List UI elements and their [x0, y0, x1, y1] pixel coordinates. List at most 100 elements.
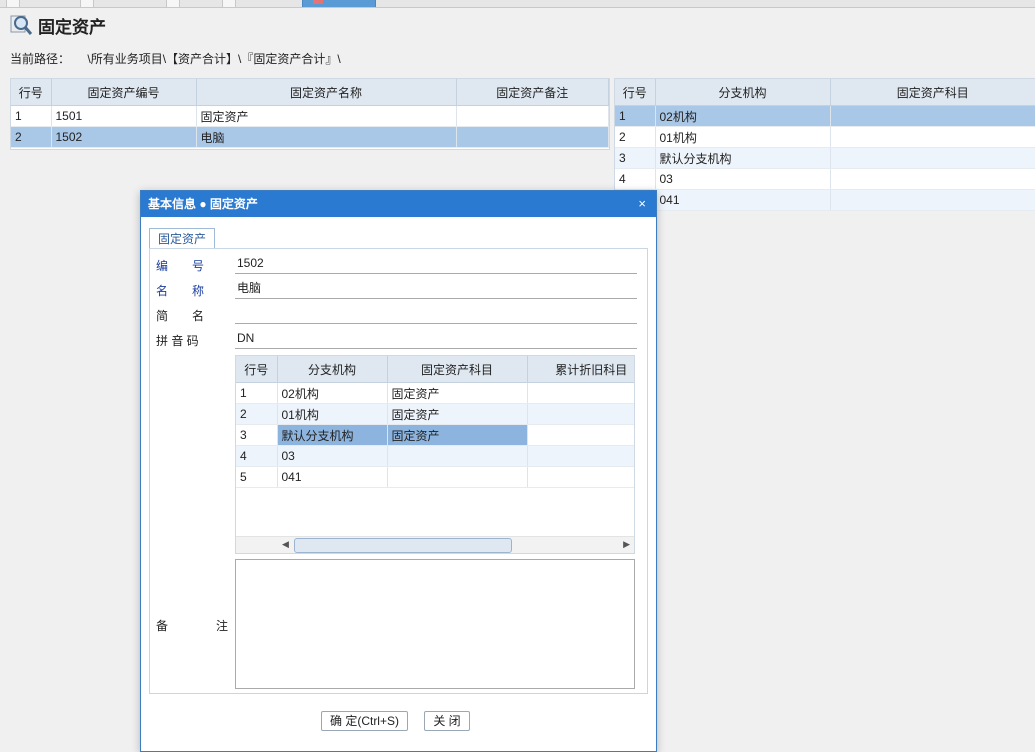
tab-hidden-1[interactable]: [6, 0, 20, 7]
table-row[interactable]: 1 1501 固定资产: [11, 105, 609, 127]
cell-branch[interactable]: 01机构: [655, 126, 831, 148]
col-header[interactable]: 行号: [236, 356, 278, 383]
cell-no[interactable]: 3: [615, 147, 656, 169]
table-row-selected[interactable]: 2 1502 电脑: [11, 126, 609, 148]
cell-subject[interactable]: 固定资产: [387, 424, 528, 446]
col-header[interactable]: 行号: [11, 79, 52, 106]
pinyin-field[interactable]: DN: [235, 328, 637, 349]
col-header[interactable]: 分支机构: [277, 356, 388, 383]
notes-label: 备 注: [156, 619, 229, 633]
cell-code[interactable]: 1501: [51, 105, 197, 127]
col-header[interactable]: 分支机构: [655, 79, 831, 106]
cell-branch[interactable]: 041: [277, 466, 388, 488]
table-row[interactable]: 5 041: [615, 189, 1035, 211]
cell-branch[interactable]: 03: [655, 168, 831, 190]
cell-dep[interactable]: [527, 466, 634, 488]
cell-branch[interactable]: 01机构: [277, 403, 388, 425]
cell-subject[interactable]: [387, 466, 528, 488]
breadcrumb-label: 当前路径：: [10, 52, 71, 66]
code-label: 编 号: [156, 259, 205, 273]
cell-no[interactable]: 4: [236, 445, 278, 467]
col-header[interactable]: 固定资产名称: [196, 79, 457, 106]
cell-no[interactable]: 2: [236, 403, 278, 425]
name-label: 名 称: [156, 284, 205, 298]
dialog-titlebar[interactable]: 基本信息 ● 固定资产 ×: [141, 191, 656, 217]
scroll-right-icon[interactable]: ▶: [623, 539, 630, 550]
cell-dep[interactable]: [527, 382, 634, 404]
abbr-label: 简 名: [156, 309, 205, 323]
cell-subject[interactable]: [830, 189, 1035, 211]
cell-subject[interactable]: [830, 126, 1035, 148]
cell-branch[interactable]: 默认分支机构: [277, 424, 388, 446]
tab-hidden-3[interactable]: [166, 0, 180, 7]
cell-dep[interactable]: [527, 424, 634, 446]
table-row-selected[interactable]: 1 02机构: [615, 105, 1035, 127]
horizontal-scrollbar[interactable]: ◀ ▶: [236, 536, 634, 553]
cell-no[interactable]: 5: [236, 466, 278, 488]
cell-no[interactable]: 1: [236, 382, 278, 404]
breadcrumb-path[interactable]: \所有业务项目\【资产合计】\『固定资产合计』\: [87, 52, 340, 66]
page-title-text: 固定资产: [38, 17, 106, 37]
col-header[interactable]: 固定资产科目: [387, 356, 528, 383]
asset-list-grid: 行号 固定资产编号 固定资产名称 固定资产备注 1 1501 固定资产 2 15…: [10, 78, 610, 150]
cell-branch[interactable]: 041: [655, 189, 831, 211]
scrollbar-thumb[interactable]: [294, 538, 512, 553]
dialog-title: 基本信息 ● 固定资产: [148, 197, 258, 211]
table-row[interactable]: 2 01机构 固定资产: [236, 403, 634, 425]
cell-subject[interactable]: [830, 147, 1035, 169]
cell-subject[interactable]: 固定资产: [387, 382, 528, 404]
table-row[interactable]: 2 01机构: [615, 126, 1035, 148]
table-row-selected[interactable]: 3 默认分支机构 固定资产: [236, 424, 634, 446]
cell-name[interactable]: 固定资产: [196, 105, 457, 127]
cell-branch[interactable]: 02机构: [655, 105, 831, 127]
cell-no[interactable]: 2: [615, 126, 656, 148]
name-field[interactable]: 电脑: [235, 278, 637, 299]
tab-fixed-asset[interactable]: 固定资产: [149, 228, 216, 249]
col-header[interactable]: 累计折旧科目: [527, 356, 634, 383]
cell-no[interactable]: 4: [615, 168, 656, 190]
form-panel: 编 号 1502 名 称 电脑 简 名 拼 音 码 DN 行号 分支机构 固定资…: [149, 248, 648, 694]
col-header[interactable]: 固定资产备注: [456, 79, 609, 106]
table-row[interactable]: 4 03: [615, 168, 1035, 190]
cell-dep[interactable]: [527, 403, 634, 425]
ok-button[interactable]: 确 定(Ctrl+S): [321, 711, 408, 731]
table-row[interactable]: 3 默认分支机构: [615, 147, 1035, 169]
cell-branch[interactable]: 03: [277, 445, 388, 467]
cell-name[interactable]: 电脑: [196, 126, 457, 148]
tab-active[interactable]: [302, 0, 376, 7]
cell-remark[interactable]: [456, 105, 609, 127]
abbr-field[interactable]: [235, 303, 637, 324]
close-button[interactable]: 关 闭: [424, 711, 470, 731]
cell-no[interactable]: 1: [615, 105, 656, 127]
tab-hidden-2[interactable]: [80, 0, 94, 7]
tab-hidden-4[interactable]: [222, 0, 236, 7]
close-icon[interactable]: ×: [638, 191, 646, 217]
cell-dep[interactable]: [527, 445, 634, 467]
cell-subject[interactable]: [387, 445, 528, 467]
cell-code[interactable]: 1502: [51, 126, 197, 148]
branch-subject-grid: 行号 分支机构 固定资产科目 累计折旧科目 1 02机构 固定资产 2 01机构…: [235, 355, 635, 554]
col-header[interactable]: 固定资产编号: [51, 79, 197, 106]
col-header[interactable]: 固定资产科目: [830, 79, 1035, 106]
tab-close-icon[interactable]: [313, 0, 323, 5]
table-row[interactable]: 1 02机构 固定资产: [236, 382, 634, 404]
cell-remark[interactable]: [456, 126, 609, 148]
asset-edit-dialog: 基本信息 ● 固定资产 × 固定资产 编 号 1502 名 称 电脑 简 名 拼…: [140, 190, 657, 752]
magnifier-icon: [10, 14, 33, 36]
scroll-left-icon[interactable]: ◀: [282, 539, 289, 550]
page-title: 固定资产: [10, 14, 106, 37]
cell-no[interactable]: 2: [11, 126, 52, 148]
cell-no[interactable]: 3: [236, 424, 278, 446]
notes-textarea[interactable]: [235, 559, 635, 689]
table-row[interactable]: 5 041: [236, 466, 634, 488]
cell-subject[interactable]: [830, 105, 1035, 127]
breadcrumb: 当前路径： \所有业务项目\【资产合计】\『固定资产合计』\: [10, 50, 341, 67]
cell-subject[interactable]: 固定资产: [387, 403, 528, 425]
table-row[interactable]: 4 03: [236, 445, 634, 467]
cell-no[interactable]: 1: [11, 105, 52, 127]
cell-subject[interactable]: [830, 168, 1035, 190]
cell-branch[interactable]: 默认分支机构: [655, 147, 831, 169]
col-header[interactable]: 行号: [615, 79, 656, 106]
cell-branch[interactable]: 02机构: [277, 382, 388, 404]
code-field[interactable]: 1502: [235, 253, 637, 274]
